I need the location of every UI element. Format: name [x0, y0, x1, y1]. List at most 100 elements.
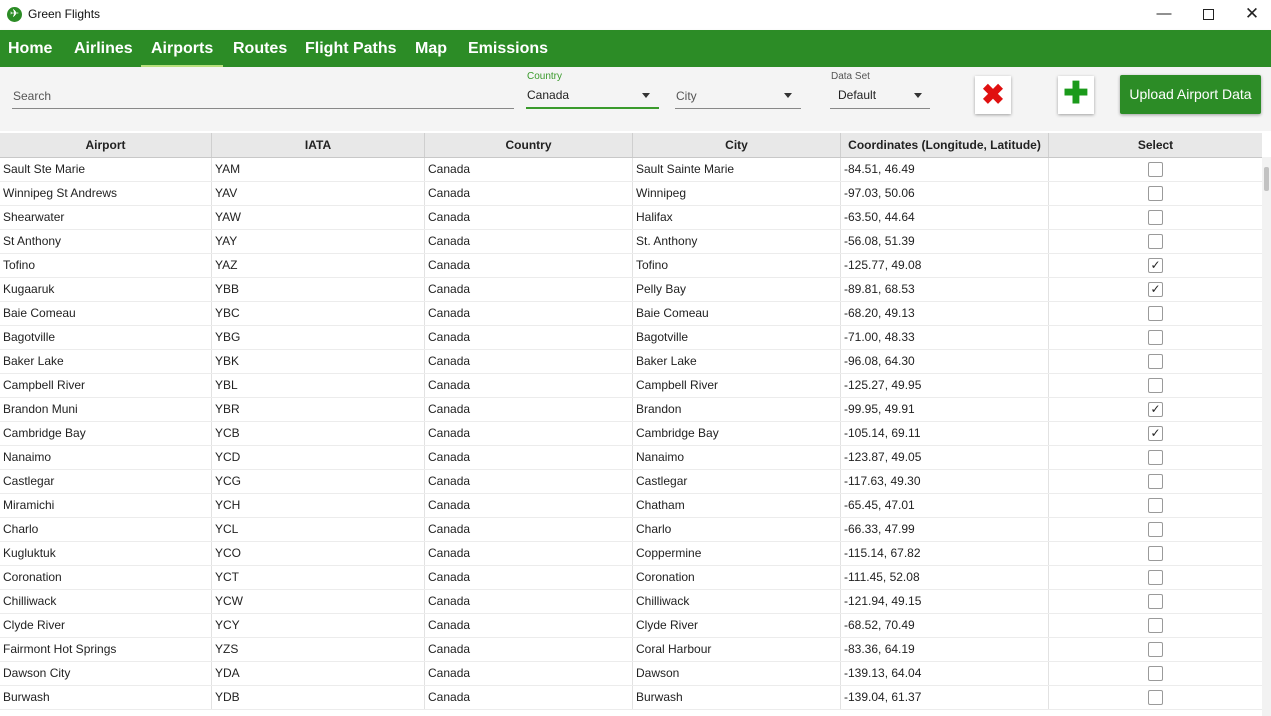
cell-country: Canada — [425, 662, 633, 685]
table-row[interactable]: Baie Comeau YBC Canada Baie Comeau -68.20, 4… — [0, 302, 1262, 326]
table-row[interactable]: St Anthony YAY Canada St. Anthony -56.08, 51… — [0, 230, 1262, 254]
table-row[interactable]: Chilliwack YCW Canada Chilliwack -121.94, 49… — [0, 590, 1262, 614]
table-row[interactable]: Charlo YCL Canada Charlo -66.33, 47.99 — [0, 518, 1262, 542]
cell-iata: YCY — [212, 614, 425, 637]
cell-airport: Sault Ste Marie — [0, 158, 212, 181]
column-header-country[interactable]: Country — [425, 133, 633, 157]
select-checkbox[interactable] — [1148, 618, 1163, 633]
cell-country: Canada — [425, 518, 633, 541]
maximize-button[interactable] — [1185, 0, 1231, 30]
cell-country: Canada — [425, 158, 633, 181]
table-row[interactable]: Bagotville YBG Canada Bagotville -71.00, 48.… — [0, 326, 1262, 350]
cell-coordinates: -66.33, 47.99 — [841, 518, 1049, 541]
vertical-scrollbar[interactable] — [1262, 157, 1271, 716]
select-checkbox[interactable] — [1148, 642, 1163, 657]
table-body: Sault Ste Marie YAM Canada Sault Sainte Mar… — [0, 158, 1262, 710]
table-row[interactable]: Miramichi YCH Canada Chatham -65.45, 47.01 — [0, 494, 1262, 518]
table-row[interactable]: Baker Lake YBK Canada Baker Lake -96.08, 64.… — [0, 350, 1262, 374]
city-select[interactable]: City — [675, 81, 801, 109]
select-checkbox[interactable]: ✓ — [1148, 282, 1163, 297]
table-row[interactable]: Cambridge Bay YCB Canada Cambridge Bay -105.… — [0, 422, 1262, 446]
table-row[interactable]: Sault Ste Marie YAM Canada Sault Sainte Mar… — [0, 158, 1262, 182]
select-checkbox[interactable] — [1148, 330, 1163, 345]
table-row[interactable]: Shearwater YAW Canada Halifax -63.50, 44.64 — [0, 206, 1262, 230]
cell-iata: YBK — [212, 350, 425, 373]
column-header-select[interactable]: Select — [1049, 133, 1262, 157]
minimize-button[interactable]: — — [1141, 0, 1187, 30]
select-checkbox[interactable] — [1148, 690, 1163, 705]
select-checkbox[interactable] — [1148, 210, 1163, 225]
country-select[interactable]: Canada — [526, 81, 659, 109]
cell-iata: YZS — [212, 638, 425, 661]
cell-coordinates: -139.13, 64.04 — [841, 662, 1049, 685]
cell-select — [1049, 614, 1262, 637]
dataset-select[interactable]: Default — [830, 81, 930, 109]
cell-select: ✓ — [1049, 278, 1262, 301]
add-airport-button[interactable]: ✚ — [1058, 76, 1094, 114]
tab-emissions[interactable]: Emissions — [458, 30, 558, 67]
select-checkbox[interactable] — [1148, 378, 1163, 393]
upload-airport-data-button[interactable]: Upload Airport Data — [1120, 75, 1261, 114]
table-row[interactable]: Clyde River YCY Canada Clyde River -68.52, 7… — [0, 614, 1262, 638]
select-checkbox[interactable] — [1148, 474, 1163, 489]
cell-coordinates: -139.04, 61.37 — [841, 686, 1049, 709]
tab-airports[interactable]: Airports — [141, 30, 224, 67]
cell-country: Canada — [425, 374, 633, 397]
cell-select — [1049, 350, 1262, 373]
table-row[interactable]: Kugaaruk YBB Canada Pelly Bay -89.81, 68.53 ✓ — [0, 278, 1262, 302]
cell-select — [1049, 230, 1262, 253]
clear-filters-button[interactable]: ✖ — [975, 76, 1011, 114]
tab-home[interactable]: Home — [0, 30, 62, 67]
table-row[interactable]: Dawson City YDA Canada Dawson -139.13, 64.04 — [0, 662, 1262, 686]
select-checkbox[interactable] — [1148, 354, 1163, 369]
select-checkbox[interactable]: ✓ — [1148, 258, 1163, 273]
select-checkbox[interactable] — [1148, 546, 1163, 561]
cell-iata: YDB — [212, 686, 425, 709]
table-row[interactable]: Campbell River YBL Canada Campbell River -12… — [0, 374, 1262, 398]
cell-airport: Cambridge Bay — [0, 422, 212, 445]
column-header-iata[interactable]: IATA — [212, 133, 425, 157]
cell-select — [1049, 494, 1262, 517]
cell-coordinates: -117.63, 49.30 — [841, 470, 1049, 493]
table-row[interactable]: Winnipeg St Andrews YAV Canada Winnipeg -97.… — [0, 182, 1262, 206]
select-checkbox[interactable] — [1148, 450, 1163, 465]
search-input[interactable]: Search — [12, 81, 514, 109]
table-row[interactable]: Coronation YCT Canada Coronation -111.45, 52… — [0, 566, 1262, 590]
tab-flight-paths[interactable]: Flight Paths — [295, 30, 407, 67]
title-bar: ✈ Green Flights — ✕ — [0, 0, 1271, 30]
table-row[interactable]: Burwash YDB Canada Burwash -139.04, 61.37 — [0, 686, 1262, 710]
select-checkbox[interactable] — [1148, 306, 1163, 321]
close-button[interactable]: ✕ — [1229, 0, 1271, 30]
checkmark-icon: ✓ — [1150, 282, 1161, 296]
select-checkbox[interactable]: ✓ — [1148, 402, 1163, 417]
tab-airlines[interactable]: Airlines — [64, 30, 143, 67]
select-checkbox[interactable] — [1148, 498, 1163, 513]
column-header-airport[interactable]: Airport — [0, 133, 212, 157]
column-header-city[interactable]: City — [633, 133, 841, 157]
select-checkbox[interactable] — [1148, 162, 1163, 177]
cell-airport: Campbell River — [0, 374, 212, 397]
table-row[interactable]: Castlegar YCG Canada Castlegar -117.63, 49.3… — [0, 470, 1262, 494]
scrollbar-thumb[interactable] — [1264, 167, 1269, 191]
column-header-coordinates[interactable]: Coordinates (Longitude, Latitude) — [841, 133, 1049, 157]
cell-city: Charlo — [633, 518, 841, 541]
cell-airport: Castlegar — [0, 470, 212, 493]
airports-table: Airport IATA Country City Coordinates (L… — [0, 133, 1262, 716]
tab-map[interactable]: Map — [405, 30, 457, 67]
select-checkbox[interactable] — [1148, 186, 1163, 201]
select-checkbox[interactable] — [1148, 522, 1163, 537]
cell-city: Tofino — [633, 254, 841, 277]
select-checkbox[interactable] — [1148, 594, 1163, 609]
table-row[interactable]: Tofino YAZ Canada Tofino -125.77, 49.08 ✓ — [0, 254, 1262, 278]
select-checkbox[interactable] — [1148, 570, 1163, 585]
table-row[interactable]: Brandon Muni YBR Canada Brandon -99.95, 49.9… — [0, 398, 1262, 422]
select-checkbox[interactable] — [1148, 234, 1163, 249]
tab-routes[interactable]: Routes — [223, 30, 297, 67]
select-checkbox[interactable] — [1148, 666, 1163, 681]
table-row[interactable]: Kugluktuk YCO Canada Coppermine -115.14, 67.… — [0, 542, 1262, 566]
table-row[interactable]: Nanaimo YCD Canada Nanaimo -123.87, 49.05 — [0, 446, 1262, 470]
cell-airport: Baker Lake — [0, 350, 212, 373]
cell-country: Canada — [425, 206, 633, 229]
select-checkbox[interactable]: ✓ — [1148, 426, 1163, 441]
table-row[interactable]: Fairmont Hot Springs YZS Canada Coral Harbo… — [0, 638, 1262, 662]
